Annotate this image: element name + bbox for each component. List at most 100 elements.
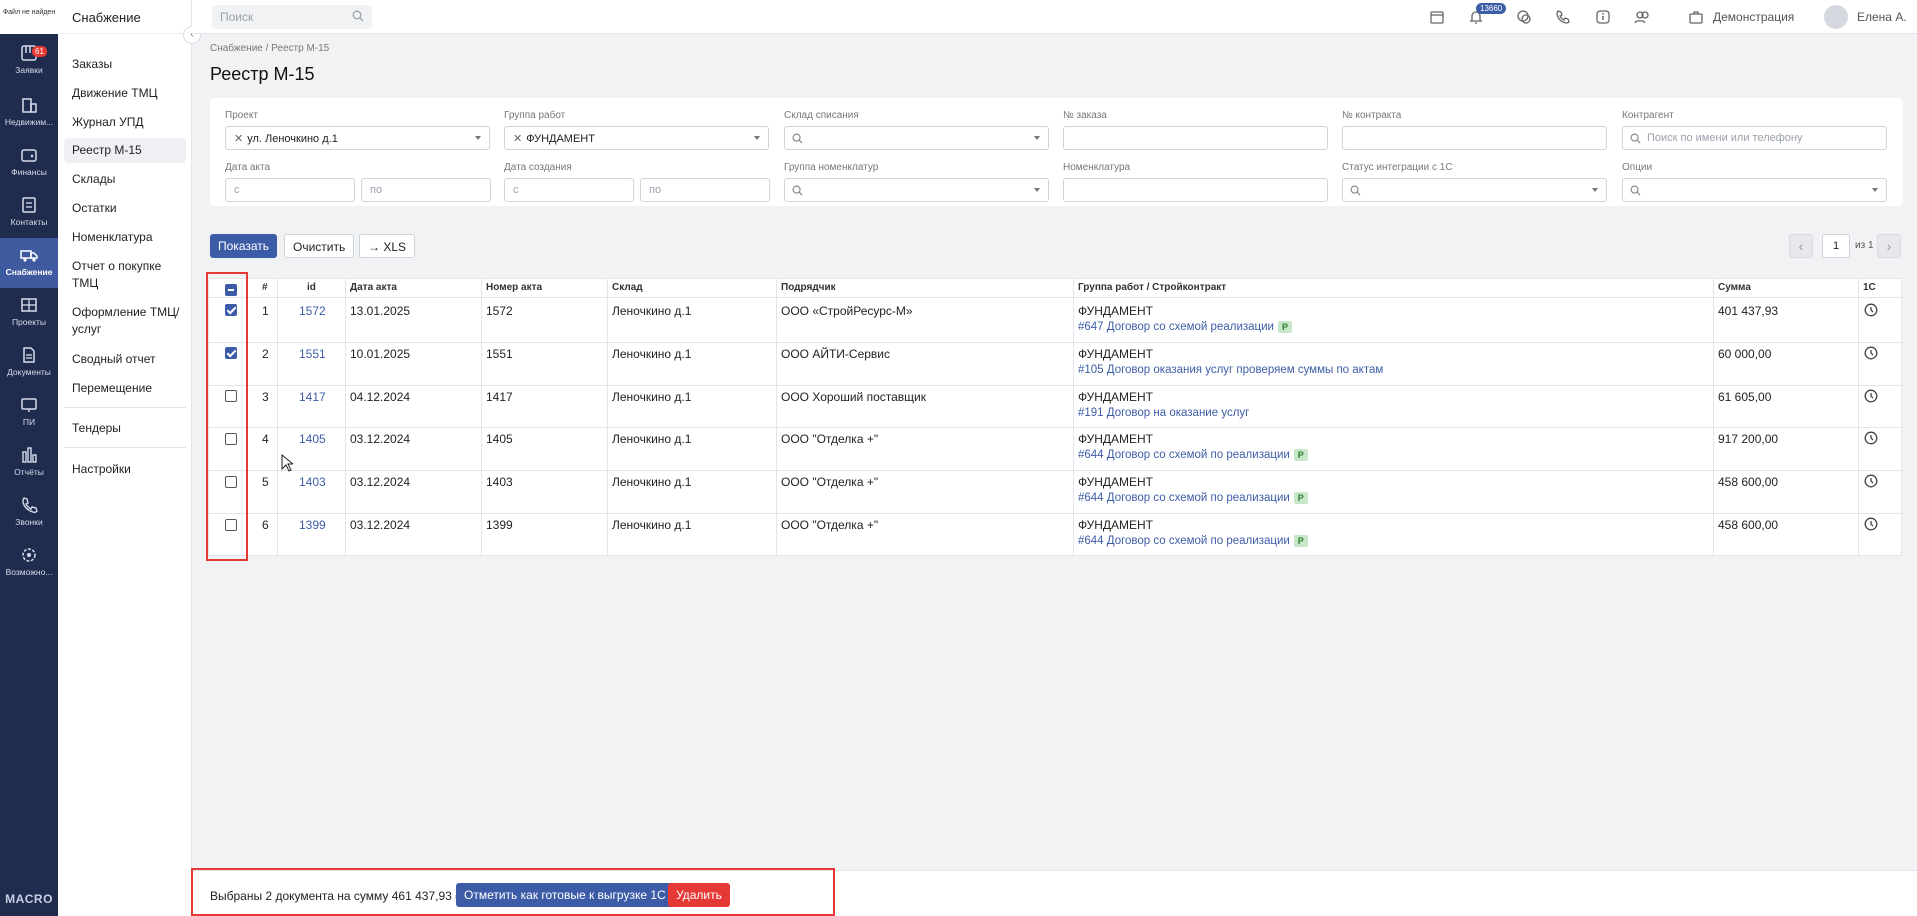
export-xls-button[interactable]: → XLS xyxy=(359,234,416,258)
page-title: Реестр М-15 xyxy=(210,64,315,84)
row-contract-link[interactable]: #105 Договор оказания услуг проверяем су… xyxy=(1078,364,1383,376)
row-id-link[interactable]: 1417 xyxy=(299,390,326,404)
subnav-item-settings[interactable]: Настройки xyxy=(64,457,186,482)
warehouse-select[interactable] xyxy=(784,126,1049,150)
row-id-link[interactable]: 1403 xyxy=(299,475,326,489)
page-number-input[interactable]: 1 xyxy=(1822,234,1850,258)
rail-item-contacts[interactable]: Контакты xyxy=(0,188,58,238)
row-contract-link[interactable]: #644 Договор со схемой по реализации Р xyxy=(1078,492,1308,504)
filter-label: Дата акта xyxy=(225,162,270,173)
clear-icon[interactable]: ✕ xyxy=(234,133,243,145)
rail-item-reports[interactable]: Отчёты xyxy=(0,438,58,488)
search-icon xyxy=(792,133,803,144)
clock-icon[interactable] xyxy=(1864,346,1878,360)
nomenclature-input[interactable] xyxy=(1063,178,1328,202)
section-title: Снабжение xyxy=(58,0,191,34)
subnav-item-purchase-report[interactable]: Отчет о покупке ТМЦ xyxy=(64,254,186,296)
calendar-icon[interactable] xyxy=(1429,9,1445,25)
prev-page-button[interactable]: ‹ xyxy=(1789,234,1813,258)
subnav-item-movement[interactable]: Движение ТМЦ xyxy=(64,81,186,106)
clear-button[interactable]: Очистить xyxy=(284,234,355,258)
header-warehouse[interactable]: Склад xyxy=(612,279,643,294)
nomenclature-group-select[interactable] xyxy=(784,178,1049,202)
next-page-button[interactable]: › xyxy=(1877,234,1901,258)
projects-icon xyxy=(21,298,37,312)
integration-status-select[interactable] xyxy=(1342,178,1607,202)
row-contract-link[interactable]: #644 Договор со схемой по реализации Р xyxy=(1078,535,1308,547)
row-contract-link[interactable]: #647 Договор со схемой реализации Р xyxy=(1078,321,1292,333)
page-total: из 1 xyxy=(1855,240,1874,251)
created-date-from[interactable]: с xyxy=(504,178,634,202)
header-sum[interactable]: Сумма xyxy=(1718,279,1751,294)
rail-item-supply[interactable]: Снабжение xyxy=(0,238,58,288)
contract-no-input[interactable] xyxy=(1342,126,1607,150)
breadcrumb[interactable]: Снабжение / Реестр М-15 xyxy=(210,43,329,54)
clock-icon[interactable] xyxy=(1864,389,1878,403)
subnav-item-warehouses[interactable]: Склады xyxy=(64,167,186,192)
row-id-link[interactable]: 1399 xyxy=(299,518,326,532)
row-act-date: 10.01.2025 xyxy=(350,347,411,361)
counterparty-input[interactable]: Поиск по имени или телефону xyxy=(1622,126,1887,150)
demo-label[interactable]: Демонстрация xyxy=(1713,10,1794,24)
truck-icon xyxy=(20,250,38,262)
rail-item-requests[interactable]: 61 Заявки xyxy=(0,36,58,86)
filter-options: Опции xyxy=(1622,162,1887,202)
rail-item-calls[interactable]: Звонки xyxy=(0,488,58,538)
clear-icon[interactable]: ✕ xyxy=(513,133,522,145)
subnav-item-tenders[interactable]: Тендеры xyxy=(64,416,186,441)
rail-item-documents[interactable]: Документы xyxy=(0,338,58,388)
header-act-number[interactable]: Номер акта xyxy=(486,279,542,294)
clock-icon[interactable] xyxy=(1864,474,1878,488)
row-id-link[interactable]: 1551 xyxy=(299,347,326,361)
header-act-date[interactable]: Дата акта xyxy=(350,279,397,294)
row-act-number: 1551 xyxy=(486,347,513,361)
row-contract-link[interactable]: #644 Договор со схемой по реализации Р xyxy=(1078,449,1308,461)
search-input[interactable]: Поиск xyxy=(212,5,372,29)
clock-icon[interactable] xyxy=(1864,431,1878,445)
clock-icon[interactable] xyxy=(1864,303,1878,317)
subnav-item-m15[interactable]: Реестр М-15 xyxy=(64,138,186,163)
subnav-item-stock[interactable]: Остатки xyxy=(64,196,186,221)
header-id[interactable]: id xyxy=(307,279,316,294)
selection-bar-highlight xyxy=(191,868,835,916)
search-icon xyxy=(1350,185,1361,196)
row-act-number: 1417 xyxy=(486,390,513,404)
phone-icon xyxy=(22,497,38,514)
subnav-item-registration[interactable]: Оформление ТМЦ/ услуг xyxy=(64,300,186,342)
header-contractor[interactable]: Подрядчик xyxy=(781,279,836,294)
divider xyxy=(209,385,1903,386)
row-num: 1 xyxy=(262,304,269,318)
header-work-group[interactable]: Группа работ / Стройконтракт xyxy=(1078,279,1226,294)
chat-icon[interactable] xyxy=(1516,9,1532,25)
subnav-item-upd-journal[interactable]: Журнал УПД xyxy=(64,110,186,135)
rail-item-finance[interactable]: Финансы xyxy=(0,138,58,188)
row-id-link[interactable]: 1572 xyxy=(299,304,326,318)
row-contract-link[interactable]: #191 Договор на оказание услуг xyxy=(1078,407,1249,419)
avatar[interactable] xyxy=(1824,5,1848,29)
clock-icon[interactable] xyxy=(1864,517,1878,531)
project-select[interactable]: ✕ ул. Леночкино д.1 xyxy=(225,126,490,150)
show-button[interactable]: Показать xyxy=(210,234,278,258)
rail-label: Снабжение xyxy=(5,267,53,277)
order-no-input[interactable] xyxy=(1063,126,1328,150)
rail-item-realty[interactable]: Недвижим... xyxy=(0,88,58,138)
rail-item-projects[interactable]: Проекты xyxy=(0,288,58,338)
subnav-item-summary[interactable]: Сводный отчет xyxy=(64,347,186,372)
work-group-select[interactable]: ✕ ФУНДАМЕНТ xyxy=(504,126,769,150)
options-select[interactable] xyxy=(1622,178,1887,202)
users-icon[interactable] xyxy=(1634,9,1650,25)
subnav-item-orders[interactable]: Заказы xyxy=(64,52,186,77)
row-id-link[interactable]: 1405 xyxy=(299,432,326,446)
subnav-item-transfer[interactable]: Перемещение xyxy=(64,376,186,401)
info-icon[interactable] xyxy=(1595,9,1611,25)
rail-item-features[interactable]: Возможно... xyxy=(0,538,58,588)
phone-call-icon[interactable] xyxy=(1555,9,1571,25)
act-date-to[interactable]: по xyxy=(361,178,491,202)
subnav-item-nomenclature[interactable]: Номенклатура xyxy=(64,225,186,250)
created-date-to[interactable]: по xyxy=(640,178,770,202)
contract-text: #644 Договор со схемой по реализации xyxy=(1078,492,1290,505)
user-name[interactable]: Елена А. xyxy=(1857,10,1907,24)
act-date-from[interactable]: с xyxy=(225,178,355,202)
row-act-date: 04.12.2024 xyxy=(350,390,411,404)
rail-item-pi[interactable]: ПИ xyxy=(0,388,58,438)
